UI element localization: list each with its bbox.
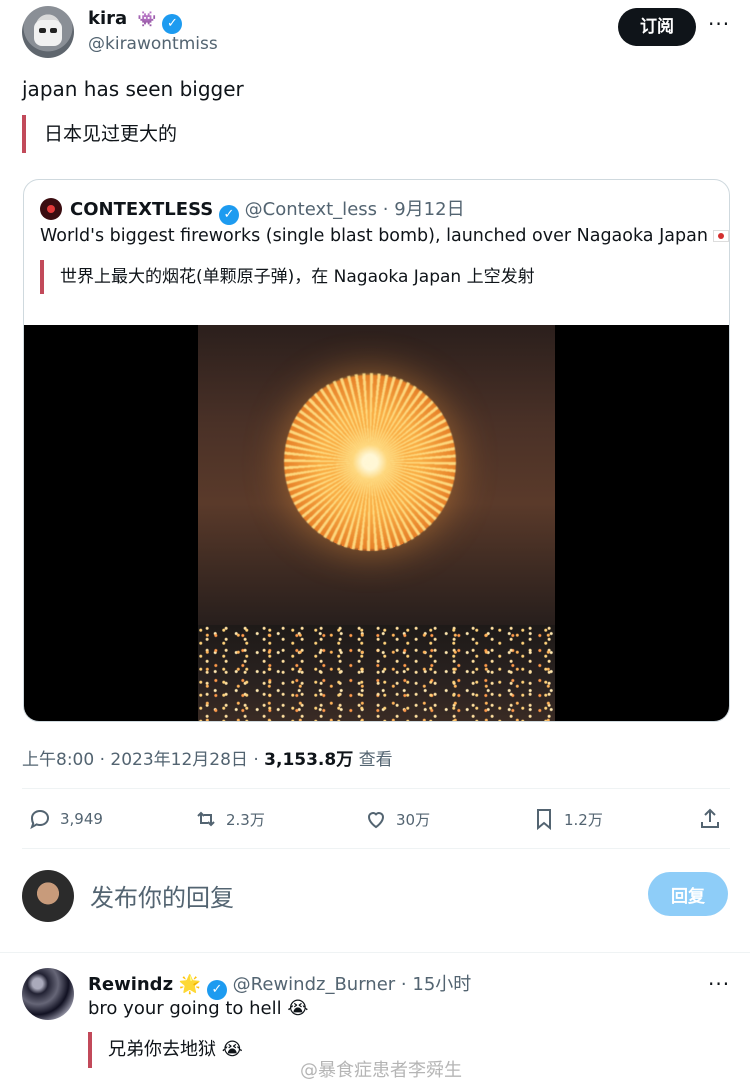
separator-dot: ·	[382, 199, 389, 220]
quoted-tweet-card[interactable]: CONTEXTLESS ✓ @Context_less · 9月12日 Worl…	[23, 179, 730, 722]
reply-action-button[interactable]: 3,949	[28, 805, 103, 833]
repost-icon	[197, 811, 215, 827]
quoted-tweet-translation: 世界上最大的烟花(单颗原子弹)，在 Nagaoka Japan 上空发射	[40, 260, 535, 294]
reply-text: bro your going to hell 😭	[88, 998, 309, 1019]
divider	[22, 848, 730, 849]
repost-count: 2.3万	[226, 810, 265, 829]
avatar-dot	[47, 205, 55, 213]
separator-dot: ·	[253, 750, 265, 770]
share-icon	[701, 808, 719, 828]
bookmark-count: 1.2万	[564, 810, 603, 829]
separator-dot: ·	[99, 750, 111, 770]
heart-icon	[367, 812, 385, 829]
reply-author-handle[interactable]: @Rewindz_Burner	[233, 974, 396, 995]
bookmark-icon	[537, 809, 551, 831]
star-badge-icon: 🌟	[178, 974, 202, 995]
tweet-time[interactable]: 上午8:00	[22, 750, 94, 770]
quoted-tweet-media[interactable]	[24, 325, 729, 721]
verified-icon: ✓	[162, 14, 183, 34]
divider	[0, 952, 750, 953]
reply-input[interactable]: 发布你的回复	[90, 878, 590, 913]
quoted-author-name[interactable]: CONTEXTLESS	[70, 199, 213, 220]
avatar-eye-left	[39, 28, 46, 33]
quoted-author-avatar[interactable]	[40, 198, 62, 220]
fireworks-image[interactable]	[198, 325, 555, 721]
quoted-tweet-text-row: World's biggest fireworks (single blast …	[40, 226, 729, 246]
tweet-timestamp-row: 上午8:00 · 2023年12月28日 · 3,153.8万 查看	[22, 745, 393, 770]
current-user-avatar[interactable]	[22, 870, 74, 922]
reply-count: 3,949	[60, 810, 103, 828]
reply-author-name[interactable]: Rewindz	[88, 974, 173, 995]
share-action-button[interactable]	[698, 805, 730, 833]
divider	[22, 788, 730, 789]
reply-time[interactable]: 15小时	[412, 974, 471, 995]
tweet-translation: 日本见过更大的	[22, 115, 177, 153]
like-count: 30万	[396, 810, 431, 829]
views-label: 查看	[358, 750, 393, 770]
author-avatar[interactable]	[22, 6, 74, 58]
quoted-author-handle[interactable]: @Context_less	[245, 199, 377, 220]
author-name[interactable]: kira	[88, 8, 127, 29]
view-count: 3,153.8万	[264, 750, 354, 770]
tweet-text: japan has seen bigger	[22, 77, 244, 101]
reply-header: Rewindz 🌟 ✓ @Rewindz_Burner · 15小时	[88, 970, 471, 1000]
verified-icon: ✓	[218, 205, 239, 225]
author-name-row[interactable]: kira 👾 ✓	[88, 8, 183, 34]
like-action-button[interactable]: 30万	[364, 805, 430, 833]
avatar-face-shape	[34, 20, 62, 46]
japan-flag-icon	[713, 230, 729, 242]
quoted-tweet-text: World's biggest fireworks (single blast …	[40, 226, 708, 246]
bookmark-action-button[interactable]: 1.2万	[532, 805, 603, 833]
separator-dot: ·	[400, 974, 407, 995]
subscribe-button[interactable]: 订阅	[618, 8, 696, 46]
quoted-tweet-date[interactable]: 9月12日	[394, 199, 464, 220]
reply-button[interactable]: 回复	[648, 872, 728, 916]
repost-action-button[interactable]: 2.3万	[194, 805, 265, 833]
verified-icon: ✓	[206, 980, 227, 1000]
firework-burst	[284, 373, 456, 551]
reply-more-options-icon[interactable]: ···	[708, 972, 730, 996]
quoted-tweet-header: CONTEXTLESS ✓ @Context_less · 9月12日	[70, 195, 465, 225]
city-lights	[198, 625, 555, 721]
more-options-icon[interactable]: ···	[708, 12, 730, 36]
watermark: @暴食症患者李舜生	[300, 1060, 462, 1081]
reply-author-avatar[interactable]	[22, 968, 74, 1020]
alien-badge-icon: 👾	[137, 10, 157, 28]
avatar-eye-right	[50, 28, 57, 33]
tweet-date[interactable]: 2023年12月28日	[110, 750, 248, 770]
reply-icon	[30, 809, 50, 830]
reply-translation: 兄弟你去地狱 😭	[88, 1032, 243, 1068]
author-handle[interactable]: @kirawontmiss	[88, 34, 218, 54]
